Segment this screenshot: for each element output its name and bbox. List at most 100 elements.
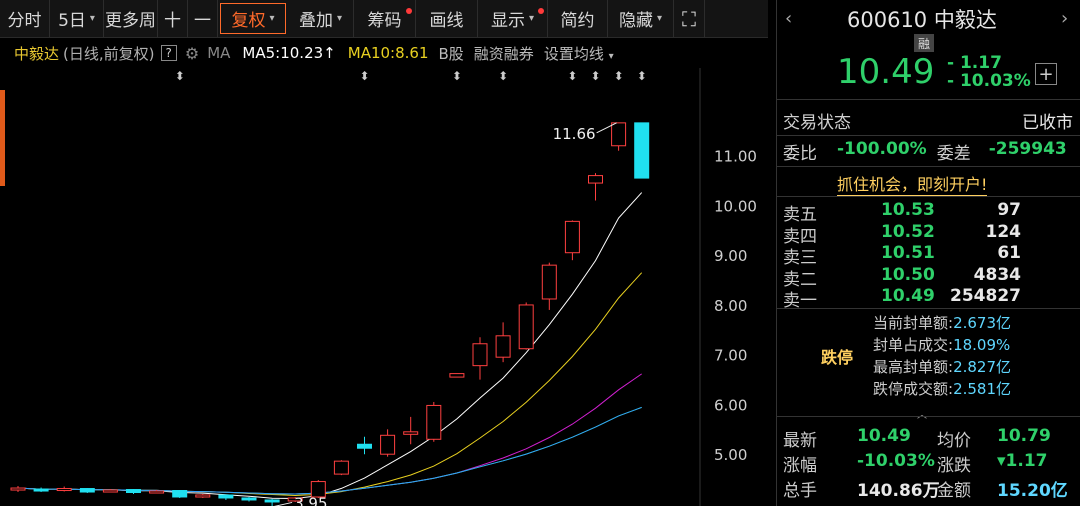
y-tick-label: 8.00: [714, 297, 747, 315]
ask-row[interactable]: 卖二 10.50 4834: [783, 265, 1073, 290]
event-marker-icon: ⬍: [637, 69, 647, 83]
candle-body: [172, 490, 188, 498]
event-marker-icon: ⬍: [591, 69, 601, 83]
toolbar-item[interactable]: 画线: [416, 0, 478, 37]
toolbar-item[interactable]: 更多周: [104, 0, 158, 37]
candle-body: [403, 431, 419, 435]
limit-info-row: 最高封单额:2.827亿: [873, 358, 1012, 376]
candle-body: [79, 488, 95, 493]
candle-body: [588, 175, 603, 184]
y-tick-label: 7.00: [714, 347, 747, 365]
event-marker-icon: ⬍: [452, 69, 462, 83]
chevron-down-icon: ▾: [656, 13, 663, 24]
stat-cell: 均价: [937, 431, 971, 451]
divider: [777, 99, 1080, 100]
toolbar-item[interactable]: 复权 ▾: [220, 3, 286, 34]
divider: [777, 196, 1080, 197]
candle-body: [241, 497, 257, 501]
event-marker-icon: ⬍: [175, 69, 185, 83]
stat-cell: 140.86万: [857, 481, 940, 501]
candle-body: [380, 434, 396, 455]
chevron-down-icon: ▾: [269, 13, 275, 24]
limit-down-badge: 跌停: [821, 348, 854, 367]
toolbar-item[interactable]: 叠加 ▾: [288, 0, 354, 37]
divider: [777, 166, 1080, 167]
ma20-line: [17, 373, 642, 495]
candle-body: [357, 443, 372, 449]
candle-body: [333, 460, 349, 475]
next-stock-icon[interactable]: ›: [1061, 8, 1068, 29]
toolbar-item[interactable]: 显示 ▾: [478, 0, 548, 37]
toolbar-item[interactable]: 分时: [0, 0, 50, 37]
candlestick-chart[interactable]: 11.00 10.00 9.00 8.00 7.00 6.00 5.00 ⬍ ⬍ ⬍ ⬍ ⬍ ⬍ ⬍ ⬍ 11…: [0, 68, 768, 506]
trade-status-row: 交易状态 已收市: [783, 113, 1073, 133]
toolbar-item[interactable]: 筹码: [354, 0, 416, 37]
order-ratio-row: 委比 -100.00% 委差 -259943: [783, 139, 1067, 164]
stat-cell: 涨跌: [937, 456, 971, 476]
y-tick-label: 11.00: [714, 148, 757, 166]
candle-body: [611, 122, 627, 147]
ask-row[interactable]: 卖五 10.53 97: [783, 200, 1073, 225]
chevron-down-icon: ▾: [528, 13, 535, 24]
chart-header: 中毅达 (日线,前复权) ? ⚙ MA MA5:10.23↑ MA10:8.61…: [0, 39, 768, 67]
help-button[interactable]: ?: [160, 45, 177, 61]
high-price-label: 11.66: [553, 125, 596, 143]
stat-cell: 总手: [783, 481, 817, 501]
stat-cell: 10.49: [857, 426, 911, 446]
chevron-down-icon: ▾: [336, 13, 343, 24]
stat-cell: -10.03%: [857, 451, 935, 471]
limit-info-row: 封单占成交:18.09%: [873, 336, 1011, 354]
y-tick-label: 6.00: [714, 396, 747, 414]
ma30-line: [17, 406, 642, 495]
toolbar-item[interactable]: 简约: [548, 0, 608, 37]
chart-toolbar: 分时 5日 ▾ 更多周十一复权 ▾ 叠加 ▾ 筹码 画线 显示 ▾ 简约 隐藏 ▾ ⛶: [0, 0, 768, 38]
arrow-up-icon: ↑: [323, 44, 336, 62]
chevron-down-icon: ▾: [89, 13, 95, 24]
y-tick-label: 5.00: [714, 446, 747, 464]
stat-cell: 10.79: [997, 426, 1051, 446]
stock-name: 中毅达: [14, 44, 60, 63]
chevron-up-icon[interactable]: ︿: [917, 406, 927, 421]
toolbar-item[interactable]: 一: [188, 0, 218, 37]
ma5-line: [17, 192, 643, 500]
b-share-link[interactable]: B股: [439, 43, 464, 64]
toolbar-item[interactable]: 5日 ▾: [50, 0, 104, 37]
candle-body: [495, 335, 511, 358]
toolbar-item[interactable]: 隐藏 ▾: [608, 0, 674, 37]
margin-trading-link[interactable]: 融资融券: [474, 43, 534, 64]
set-ma-button[interactable]: 设置均线 ▾: [544, 43, 614, 64]
ask-row[interactable]: 卖一 10.49 254827: [783, 286, 1073, 311]
price-change: - 1.17 - 10.03%: [947, 53, 1031, 91]
ask-row[interactable]: 卖三 10.51 61: [783, 243, 1073, 268]
margin-badge: 融: [914, 34, 934, 52]
prev-stock-icon[interactable]: ‹: [785, 8, 792, 29]
ma5-value: MA5:10.23↑: [242, 44, 336, 62]
candle-body: [564, 220, 580, 254]
open-account-link[interactable]: 抓住机会，即刻开户!: [837, 171, 988, 196]
ma60-line: [17, 406, 642, 495]
candle-body: [634, 122, 650, 179]
candle-body: [518, 304, 534, 350]
ask-row[interactable]: 卖四 10.52 124: [783, 222, 1073, 247]
candle-body: [472, 343, 488, 367]
candle-body: [102, 489, 118, 493]
event-marker-icon: ⬍: [567, 69, 577, 83]
candle-body: [426, 404, 442, 440]
limit-info-row: 跌停成交额:2.581亿: [873, 380, 1012, 398]
candle-body: [126, 489, 141, 494]
chart-period: (日线,前复权): [63, 44, 155, 63]
ma-label: MA: [207, 44, 231, 62]
candle-body: [149, 490, 165, 494]
candle-body: [541, 264, 557, 300]
last-price: 10.49: [837, 52, 935, 92]
candle-body: [10, 487, 26, 491]
expand-icon[interactable]: ⛶: [674, 0, 705, 37]
event-marker-icon: ⬍: [360, 69, 370, 83]
candle-body: [56, 488, 72, 492]
y-tick-label: 9.00: [714, 247, 747, 265]
chevron-down-icon: ▾: [608, 50, 614, 62]
gear-icon[interactable]: ⚙: [185, 44, 199, 63]
add-watchlist-button[interactable]: +: [1035, 63, 1057, 85]
divider: [777, 135, 1080, 136]
toolbar-item[interactable]: 十: [158, 0, 188, 37]
